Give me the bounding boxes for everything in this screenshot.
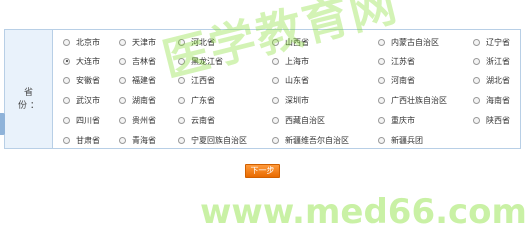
province-option[interactable]: 吉林省 [119,55,156,67]
province-option[interactable]: 河南省 [378,74,415,86]
radio-icon[interactable] [272,96,279,104]
province-option-label: 天津市 [132,37,156,47]
province-option-label: 湖北省 [486,75,510,85]
radio-icon[interactable] [119,116,126,124]
radio-icon[interactable] [378,96,385,104]
radio-icon[interactable] [178,136,185,144]
province-option-label: 海南省 [486,95,510,105]
province-option-label: 西藏自治区 [285,115,325,125]
province-option[interactable]: 湖北省 [473,74,510,86]
province-option-label: 江苏省 [391,56,415,66]
radio-icon[interactable] [119,76,126,84]
radio-icon[interactable] [272,136,279,144]
province-option[interactable]: 宁夏回族自治区 [178,134,247,146]
radio-icon[interactable] [378,57,385,65]
radio-icon[interactable] [178,96,185,104]
province-option[interactable]: 武汉市 [63,94,100,106]
province-option-label: 河南省 [391,75,415,85]
radio-icon[interactable] [63,96,70,104]
province-option[interactable]: 湖南省 [119,94,156,106]
province-option-label: 广东省 [191,95,215,105]
province-option[interactable]: 天津市 [119,36,156,48]
province-option-label: 宁夏回族自治区 [191,135,247,145]
province-option-label: 重庆市 [391,115,415,125]
province-option[interactable]: 安徽省 [63,74,100,86]
radio-icon[interactable] [272,116,279,124]
province-option[interactable]: 云南省 [178,114,215,126]
radio-icon[interactable] [119,136,126,144]
province-option[interactable]: 大连市 [63,55,100,67]
province-option[interactable]: 贵州省 [119,114,156,126]
radio-icon[interactable] [119,57,126,65]
province-option[interactable]: 内蒙古自治区 [378,36,439,48]
province-option[interactable]: 陕西省 [473,114,510,126]
radio-icon[interactable] [378,76,385,84]
radio-icon[interactable] [178,116,185,124]
radio-icon[interactable] [378,38,385,46]
province-option-label: 浙江省 [486,56,510,66]
radio-icon[interactable] [63,76,70,84]
radio-icon[interactable] [473,116,480,124]
province-option[interactable]: 深圳市 [272,94,309,106]
radio-icon[interactable] [473,76,480,84]
province-label-cell: 省 份： [5,30,53,148]
radio-icon[interactable] [378,136,385,144]
radio-icon[interactable] [378,116,385,124]
province-option-label: 大连市 [76,56,100,66]
province-option-label: 福建省 [132,75,156,85]
province-option[interactable]: 新疆维吾尔自治区 [272,134,349,146]
province-option-label: 辽宁省 [486,37,510,47]
province-option[interactable]: 重庆市 [378,114,415,126]
province-option[interactable]: 广东省 [178,94,215,106]
province-option[interactable]: 四川省 [63,114,100,126]
province-option-label: 湖南省 [132,95,156,105]
province-option-label: 青海省 [132,135,156,145]
side-tab-handle[interactable] [0,113,5,135]
province-option-label: 甘肃省 [76,135,100,145]
radio-icon[interactable] [119,38,126,46]
province-option-label: 云南省 [191,115,215,125]
province-option-label: 四川省 [76,115,100,125]
radio-icon[interactable] [63,136,70,144]
radio-icon[interactable] [63,38,70,46]
watermark-url: www.med66.com [200,192,525,232]
next-step-button[interactable]: 下一步 [245,164,280,178]
province-option[interactable]: 广西壮族自治区 [378,94,447,106]
radio-icon[interactable] [63,116,70,124]
province-option[interactable]: 西藏自治区 [272,114,325,126]
province-option[interactable]: 新疆兵团 [378,134,423,146]
radio-icon[interactable] [473,96,480,104]
province-option-label: 深圳市 [285,95,309,105]
province-option[interactable]: 辽宁省 [473,36,510,48]
province-option-label: 内蒙古自治区 [391,37,439,47]
province-option-label: 新疆兵团 [391,135,423,145]
province-option-label: 武汉市 [76,95,100,105]
province-option-label: 安徽省 [76,75,100,85]
province-option[interactable]: 北京市 [63,36,100,48]
radio-icon[interactable] [473,57,480,65]
province-option[interactable]: 青海省 [119,134,156,146]
province-option-label: 北京市 [76,37,100,47]
province-option[interactable]: 福建省 [119,74,156,86]
radio-icon[interactable] [119,96,126,104]
province-option[interactable]: 浙江省 [473,55,510,67]
province-option[interactable]: 江苏省 [378,55,415,67]
radio-checked-icon[interactable] [63,57,70,65]
province-label: 省 份： [17,88,49,111]
province-option-label: 吉林省 [132,56,156,66]
province-option-label: 陕西省 [486,115,510,125]
radio-icon[interactable] [272,76,279,84]
province-option[interactable]: 甘肃省 [63,134,100,146]
province-option[interactable]: 海南省 [473,94,510,106]
province-option-label: 山东省 [285,75,309,85]
province-option-label: 贵州省 [132,115,156,125]
province-option-label: 广西壮族自治区 [391,95,447,105]
province-option-label: 新疆维吾尔自治区 [285,135,349,145]
province-option[interactable]: 山东省 [272,74,309,86]
radio-icon[interactable] [473,38,480,46]
